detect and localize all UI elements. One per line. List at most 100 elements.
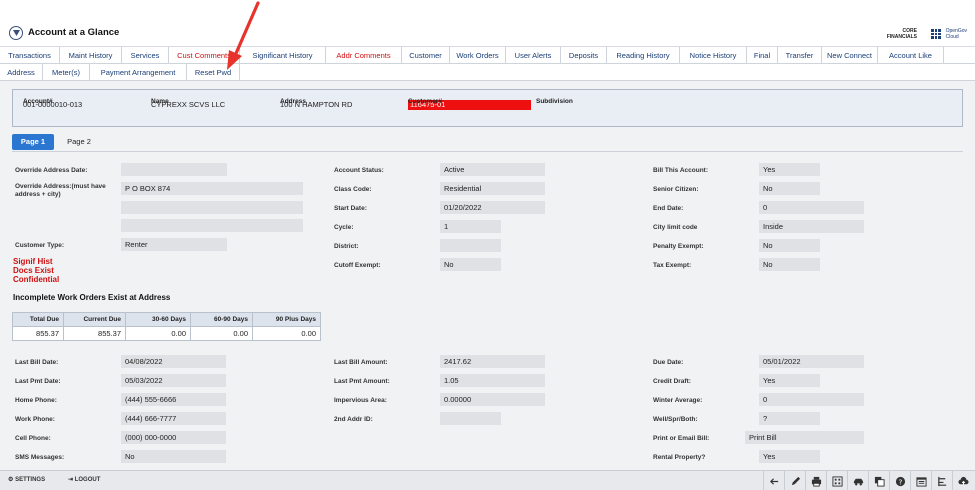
copy-icon[interactable] [868,471,889,490]
tab-work-orders[interactable]: Work Orders [450,47,506,64]
print-or-email-bill-label: Print or Email Bill: [653,435,710,442]
penalty-exempt-label: Penalty Exempt: [653,243,704,250]
aging-current-due-value: 855.37 [63,326,126,341]
page-2-button[interactable]: Page 2 [62,134,96,150]
tab-reading-history[interactable]: Reading History [607,47,680,64]
tab-account-like[interactable]: Account Like [878,47,944,64]
last-bill-date-field[interactable]: 04/08/2022 [121,355,226,368]
gear-icon: ⚙ [8,477,14,483]
penalty-exempt-field[interactable]: No [759,239,820,252]
second-addr-id-label: 2nd Addr ID: [334,416,373,423]
end-date-field[interactable]: 0 [759,201,864,214]
tab-new-connect[interactable]: New Connect [822,47,878,64]
tab-services[interactable]: Services [122,47,169,64]
override-address-label: Override Address:(must have address + ci… [15,183,106,198]
aging-header-30-60: 30-60 Days [125,312,191,327]
alert-docs-exist[interactable]: Docs Exist [13,266,54,275]
tab-final[interactable]: Final [747,47,778,64]
override-address-line1-field[interactable]: P O BOX 874 [121,182,303,195]
page-divider [12,151,963,152]
app-grid-icon[interactable] [931,29,941,39]
tab-meters[interactable]: Meter(s) [43,64,90,81]
cell-phone-field[interactable]: (000) 000-0000 [121,431,226,444]
tab-transfer[interactable]: Transfer [778,47,822,64]
tab-addr-comments[interactable]: Addr Comments [326,47,402,64]
credit-draft-field[interactable]: Yes [759,374,820,387]
cycle-field[interactable]: 1 [440,220,501,233]
address-label: Address [280,98,307,105]
account-summary-box: Account# 001-0000010-013 Name CYPREXX SC… [12,89,963,127]
work-phone-field[interactable]: (444) 666-7777 [121,412,226,425]
winter-average-field[interactable]: 0 [759,393,864,406]
city-limit-code-field[interactable]: Inside [759,220,864,233]
alert-confidential[interactable]: Confidential [13,275,59,284]
home-phone-field[interactable]: (444) 555-6666 [121,393,226,406]
bill-this-account-field[interactable]: Yes [759,163,820,176]
cell-phone-label: Cell Phone: [15,435,51,442]
tab-payment-arrangement[interactable]: Payment Arrangement [90,64,187,81]
footer-bar: ⚙ SETTINGS ⇥ LOGOUT ? [0,470,975,490]
last-pmt-date-label: Last Pmt Date: [15,378,61,385]
override-address-line3-field[interactable] [121,219,303,232]
cutoff-exempt-field[interactable]: No [440,258,501,271]
aging-header-total-due: Total Due [12,312,64,327]
rental-property-field[interactable]: Yes [759,450,820,463]
help-icon[interactable]: ? [889,471,910,490]
district-field[interactable] [440,239,501,252]
winter-average-label: Winter Average: [653,397,703,404]
start-date-label: Start Date: [334,205,367,212]
impervious-area-field[interactable]: 0.00000 [440,393,545,406]
printer-icon[interactable] [805,471,826,490]
impervious-area-label: Impervious Area: [334,397,387,404]
override-address-date-label: Override Address Date: [15,167,88,174]
account-number-block: Account# 001-0000010-013 [23,98,82,109]
back-arrow-icon[interactable] [763,471,784,490]
logout-button[interactable]: ⇥ LOGOUT [68,476,100,483]
annotation-arrow-icon [227,1,260,70]
alert-signif-hist[interactable]: Signif Hist [13,257,53,266]
customer-type-field[interactable]: Renter [121,238,227,251]
page-1-button[interactable]: Page 1 [12,134,54,150]
tab-maint-history[interactable]: Maint History [60,47,122,64]
sms-messages-field[interactable]: No [121,450,226,463]
last-pmt-date-field[interactable]: 05/03/2022 [121,374,226,387]
well-spr-both-field[interactable]: ? [759,412,820,425]
app-header: Account at a Glance CORE FINANCIALS Open… [0,20,975,47]
tab-transactions[interactable]: Transactions [0,47,60,64]
second-addr-id-field[interactable] [440,412,501,425]
tax-exempt-field[interactable]: No [759,258,820,271]
name-label: Name [151,98,169,105]
print-or-email-bill-field[interactable]: Print Bill [745,431,864,444]
class-code-field[interactable]: Residential [440,182,545,195]
last-pmt-amount-field[interactable]: 1.05 [440,374,545,387]
tab-customer[interactable]: Customer [402,47,450,64]
cloud-upload-icon[interactable] [952,471,973,490]
pencil-icon[interactable] [784,471,805,490]
last-bill-amount-field[interactable]: 2417.62 [440,355,545,368]
rental-property-label: Rental Property? [653,454,706,461]
tree-icon[interactable] [931,471,952,490]
collapse-toggle-icon[interactable] [9,26,23,40]
well-spr-both-label: Well/Spr/Both: [653,416,698,423]
aging-header-90-plus: 90 Plus Days [252,312,321,327]
override-address-line2-field[interactable] [121,201,303,214]
tab-user-alerts[interactable]: User Alerts [506,47,561,64]
settings-button[interactable]: ⚙ SETTINGS [8,476,45,483]
tab-notice-history[interactable]: Notice History [680,47,747,64]
tab-deposits[interactable]: Deposits [561,47,607,64]
due-date-field[interactable]: 05/01/2022 [759,355,864,368]
top-whitespace [0,0,975,20]
start-date-field[interactable]: 01/20/2022 [440,201,545,214]
calendar-icon[interactable] [910,471,931,490]
car-icon[interactable] [847,471,868,490]
senior-citizen-field[interactable]: No [759,182,820,195]
tab-address[interactable]: Address [0,64,43,81]
tax-exempt-label: Tax Exempt: [653,262,692,269]
calculator-icon[interactable] [826,471,847,490]
aging-total-due-value: 855.37 [12,326,64,341]
logout-icon: ⇥ [68,477,74,483]
address-block: Address 100 N HAMPTON RD [280,98,352,109]
account-status-field[interactable]: Active [440,163,545,176]
override-address-date-field[interactable] [121,163,227,176]
aging-header-row: Total Due Current Due 30-60 Days 60-90 D… [12,312,321,327]
